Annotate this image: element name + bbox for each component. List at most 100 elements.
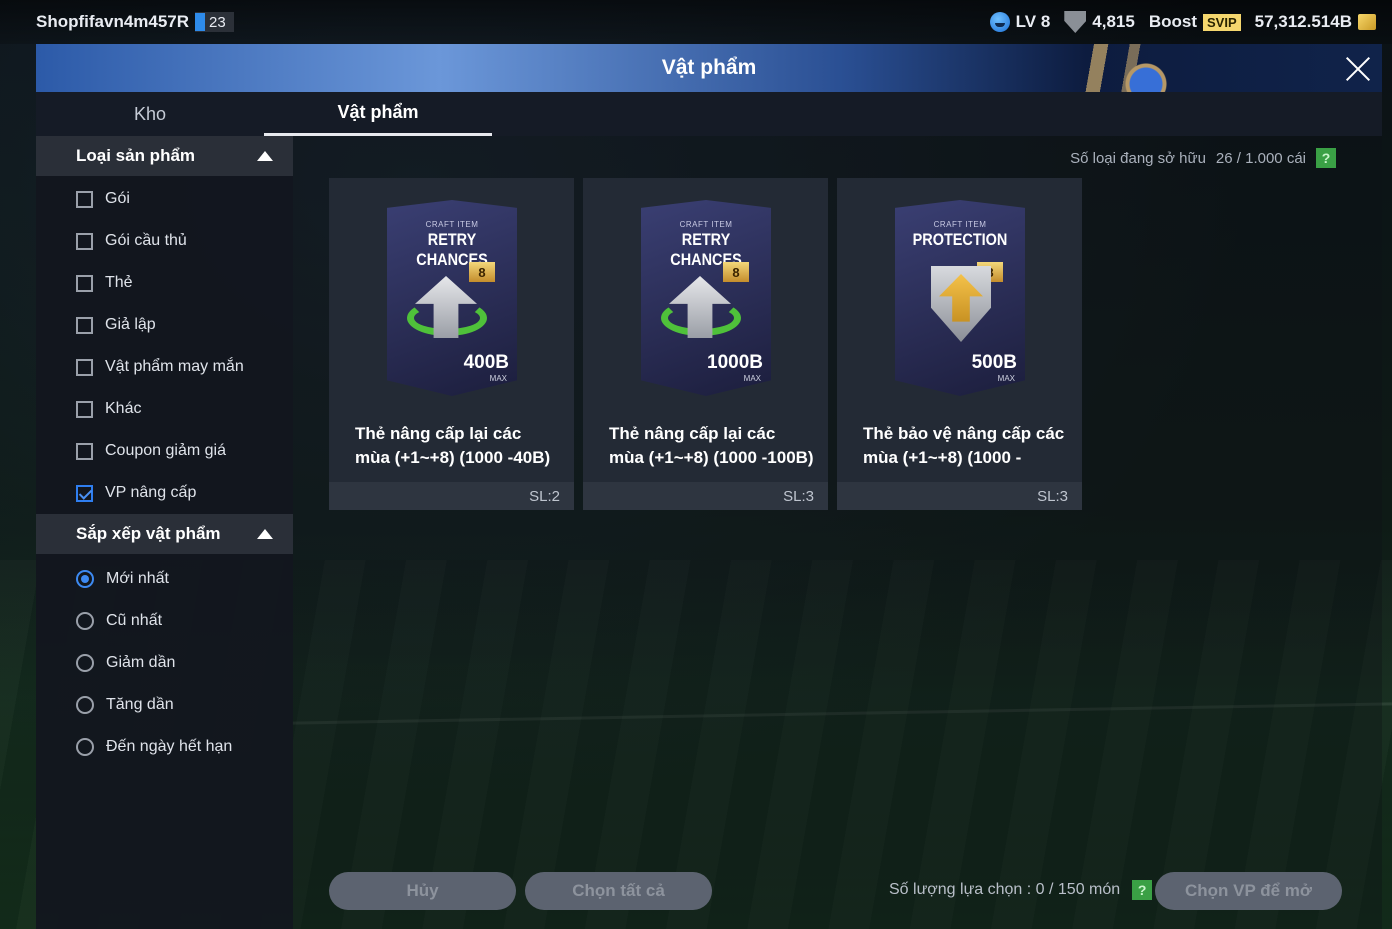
help-icon[interactable]: ? [1316,148,1336,168]
checkbox[interactable] [76,400,93,418]
filter-label: Gói [105,190,130,207]
user-badge: 23 [195,12,234,32]
item-card-art: CRAFT ITEM PROTECTION 8 500B MAX [895,200,1025,396]
sort-oldest[interactable]: Cũ nhất [36,600,293,642]
bp-stat: 57,312.514B [1255,12,1376,32]
checkbox[interactable] [76,232,93,250]
filter-label: VP nâng cấp [105,484,197,501]
points-value: 4,815 [1092,12,1135,31]
max-label: MAX [743,374,761,383]
checkbox[interactable] [76,442,93,460]
owned-value: 26 / 1.000 cái [1215,149,1306,167]
item-card-art: CRAFT ITEM RETRY CHANCES 8 1000B MAX [641,200,771,396]
open-item-button[interactable]: Chọn VP để mở [1155,872,1342,910]
radio-selected[interactable] [76,570,94,588]
filter-sidebar: Loại sản phẩm Gói Gói cầu thủ Thẻ Giả lậ… [36,136,293,929]
card-value: 1000B [707,352,763,373]
level-value: LV 8 [1015,12,1051,31]
filter-vp-nang-cap[interactable]: VP nâng cấp [36,472,293,514]
item-card[interactable]: CRAFT ITEM RETRY CHANCES 8 400B MAX Thẻ … [329,178,574,510]
craft-label: CRAFT ITEM [933,220,987,229]
filter-label: Coupon giảm giá [105,442,226,459]
filter-label: Khác [105,400,142,417]
filter-gia-lap[interactable]: Giả lập [36,304,293,346]
checkbox[interactable] [76,190,93,208]
item-name: Thẻ nâng cấp lại các mùa (+1~+8) (1000 -… [609,424,814,467]
sort-ascending[interactable]: Tăng dần [36,684,293,726]
item-name: Thẻ nâng cấp lại các mùa (+1~+8) (1000 -… [355,424,551,467]
close-icon[interactable] [1341,51,1375,85]
sort-header[interactable]: Sắp xếp vật phẩm [36,514,293,554]
points-stat: 4,815 [1064,11,1135,33]
selection-count: Số lượng lựa chọn : 0 / 150 món ? [889,880,1153,900]
filter-label: Thẻ [105,274,133,291]
level-icon [989,12,1010,32]
owned-label: Số loại đang sở hữu [1070,149,1206,167]
collapse-triangle-icon [257,529,273,539]
top-bar: Shopfifavn4m457R 23 LV 8 4,815 Boost SVI… [0,0,1392,44]
sort-newest[interactable]: Mới nhất [36,558,293,600]
item-quantity: SL:3 [1037,487,1068,505]
bp-coin-icon [1358,14,1376,30]
checkbox-checked[interactable] [76,484,93,502]
radio[interactable] [76,696,94,714]
item-grid: CRAFT ITEM RETRY CHANCES 8 400B MAX Thẻ … [329,178,1082,510]
filter-label: Giả lập [105,316,156,333]
item-quantity-bar: SL:3 [583,482,828,510]
level-stat: LV 8 [989,12,1051,32]
item-quantity-bar: SL:3 [837,482,1082,510]
shield-icon [1064,11,1087,33]
item-quantity: SL:3 [783,487,814,505]
cancel-button[interactable]: Hủy [329,872,516,910]
boost-stat: Boost SVIP [1149,12,1241,32]
checkbox[interactable] [76,316,93,334]
item-card[interactable]: CRAFT ITEM RETRY CHANCES 8 1000B MAX Thẻ… [583,178,828,510]
user-info: Shopfifavn4m457R 23 [36,12,234,32]
filter-label: Gói cầu thủ [105,232,187,249]
radio[interactable] [76,738,94,756]
sort-label: Mới nhất [106,570,169,587]
item-panel: Số loại đang sở hữu 26 / 1.000 cái ? CRA… [293,136,1382,929]
checkbox[interactable] [76,358,93,376]
tier-badge: 8 [723,262,749,282]
selection-count-label: Số lượng lựa chọn : 0 / 150 món [889,881,1121,898]
card-value: 400B [463,352,509,373]
product-type-header[interactable]: Loại sản phẩm [36,136,293,176]
checkbox[interactable] [76,274,93,292]
tab-vat-pham[interactable]: Vật phẩm [264,92,492,136]
craft-label: CRAFT ITEM [679,220,733,229]
svip-badge: SVIP [1203,13,1241,31]
sort-label: Giảm dần [106,654,176,671]
radio[interactable] [76,612,94,630]
sort-list: Mới nhất Cũ nhất Giảm dần Tăng dần Đến n… [36,554,293,768]
tab-kho[interactable]: Kho [36,92,264,136]
item-card-art: CRAFT ITEM RETRY CHANCES 8 400B MAX [387,200,517,396]
item-quantity: SL:2 [529,487,560,505]
owned-count: Số loại đang sở hữu 26 / 1.000 cái ? [1070,148,1336,168]
bp-value: 57,312.514B [1254,12,1352,31]
max-label: MAX [997,374,1015,383]
sort-label: Tăng dần [106,696,174,713]
product-type-title: Loại sản phẩm [76,146,196,165]
filter-the[interactable]: Thẻ [36,262,293,304]
filter-coupon[interactable]: Coupon giảm giá [36,430,293,472]
item-name: Thẻ bảo vệ nâng cấp các mùa (+1~+8) (100… [863,424,1065,467]
help-icon[interactable]: ? [1132,880,1153,900]
filter-goi[interactable]: Gói [36,178,293,220]
sort-expiry[interactable]: Đến ngày hết hạn [36,726,293,768]
tab-bar: Kho Vật phẩm [36,92,1382,136]
select-all-button[interactable]: Chọn tất cả [525,872,712,910]
filter-vat-pham-may-man[interactable]: Vật phẩm may mắn [36,346,293,388]
filter-goi-cau-thu[interactable]: Gói cầu thủ [36,220,293,262]
sort-descending[interactable]: Giảm dần [36,642,293,684]
badge-icon [195,13,206,31]
item-card[interactable]: CRAFT ITEM PROTECTION 8 500B MAX Thẻ bảo… [837,178,1082,510]
filter-khac[interactable]: Khác [36,388,293,430]
sort-label: Cũ nhất [106,612,163,629]
sort-label: Đến ngày hết hạn [106,738,233,755]
radio[interactable] [76,654,94,672]
card-value: 500B [971,352,1017,373]
banner-decoration [1026,44,1366,92]
product-type-list: Gói Gói cầu thủ Thẻ Giả lập Vật phẩm may… [36,176,293,514]
craft-label: CRAFT ITEM [425,220,479,229]
